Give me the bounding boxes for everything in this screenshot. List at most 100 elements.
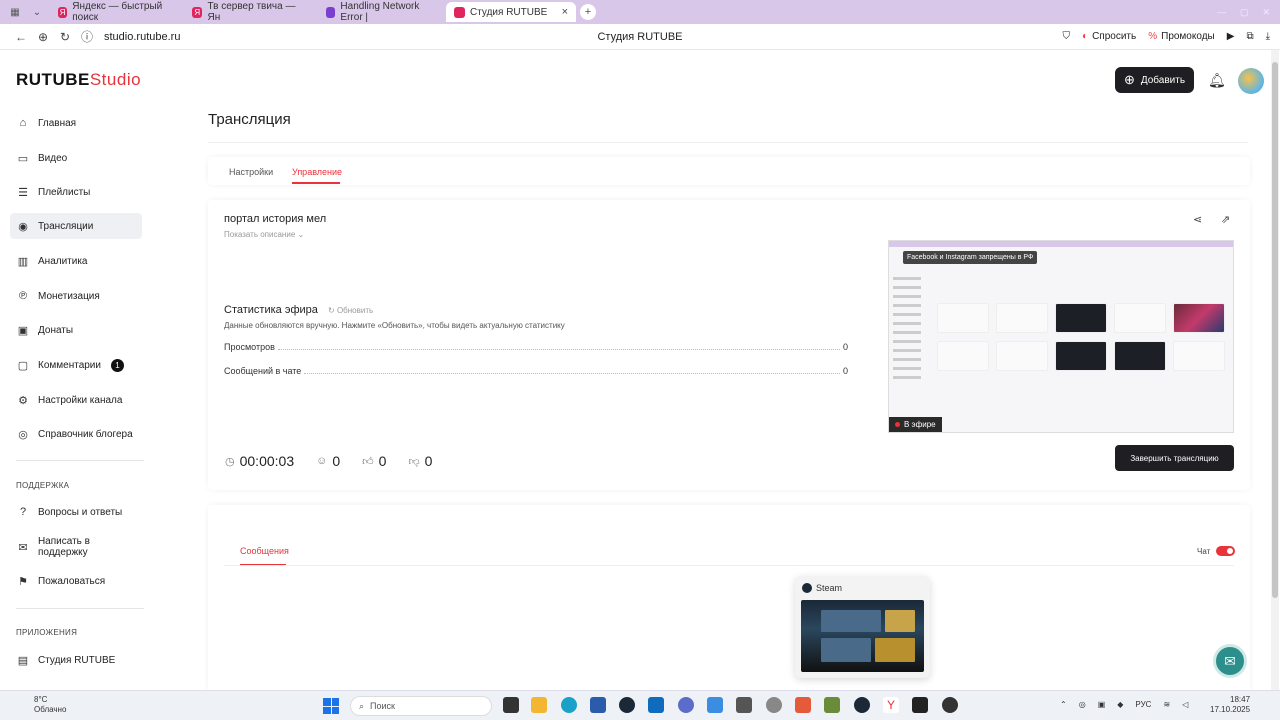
weather-widget[interactable]: 8°C Облачно <box>34 695 66 715</box>
dislikes-value: 0 <box>424 453 433 469</box>
promo-label: Промокоды <box>1161 31 1215 42</box>
sidebar-item-blogger-guide[interactable]: ◎ Справочник блогера <box>10 421 142 447</box>
record-app-icon[interactable] <box>942 697 958 713</box>
collections-icon[interactable]: ⧉ <box>1246 31 1253 42</box>
bell-icon[interactable]: 🔔︎ <box>1208 72 1226 89</box>
steam-taskbar-preview[interactable]: Steam <box>795 576 930 678</box>
percent-icon: % <box>1148 31 1158 42</box>
tray-app-icon[interactable]: ◎ <box>1079 700 1086 709</box>
yandex-home-icon[interactable]: ⊕ <box>32 30 54 44</box>
scrollbar-thumb[interactable] <box>1272 62 1278 598</box>
windows-taskbar: 8°C Облачно ⌕ Поиск Y ⌃ ◎ ▣ ◆ РУС ≋ ◁ 18:… <box>0 690 1280 720</box>
steam-taskbar-icon[interactable] <box>619 697 635 713</box>
terminal-icon[interactable] <box>503 697 519 713</box>
external-link-icon[interactable]: ⇗ <box>1221 213 1230 226</box>
sidebar-item-playlists[interactable]: ☰ Плейлисты <box>10 179 142 205</box>
logo-main: RUTUBE <box>16 70 90 89</box>
support-chat-button[interactable]: ✉ <box>1213 644 1247 678</box>
stream-preview[interactable]: Facebook и Instagram запрещены в РФ В эф… <box>888 240 1234 433</box>
sidebar-item-video[interactable]: ▭ Видео <box>10 145 142 171</box>
new-tab-button[interactable]: + <box>580 4 596 20</box>
browser-tab[interactable]: Handling Network Error | <box>318 1 442 23</box>
minimize-icon[interactable]: — <box>1217 7 1226 18</box>
store-icon[interactable] <box>590 697 606 713</box>
windows-start-icon[interactable] <box>323 698 339 714</box>
close-icon[interactable]: × <box>562 6 568 18</box>
preview-topbar <box>889 241 1233 247</box>
edge-icon[interactable] <box>561 697 577 713</box>
wifi-icon[interactable]: ≋ <box>1163 700 1170 709</box>
reload-icon[interactable]: ↻ <box>54 30 76 44</box>
broadcast-icon: ◉ <box>18 220 28 233</box>
refresh-button[interactable]: ↻ Обновить <box>328 306 373 315</box>
maximize-icon[interactable]: ▢ <box>1240 7 1249 18</box>
chevron-down-icon[interactable]: ⌄ <box>28 3 46 21</box>
end-stream-button[interactable]: Завершить трансляцию <box>1115 445 1234 471</box>
clock[interactable]: 18:47 17.10.2025 <box>1210 695 1250 715</box>
bookmark-icon[interactable]: ⛉ <box>1063 31 1071 42</box>
sidebar-item-broadcasts[interactable]: ◉ Трансляции <box>10 213 142 239</box>
add-button[interactable]: ⊕ Добавить <box>1115 67 1194 93</box>
language-indicator[interactable]: РУС <box>1135 700 1151 709</box>
url-field[interactable]: studio.rutube.ru <box>104 31 180 43</box>
tray-app-icon[interactable]: ◆ <box>1117 700 1123 709</box>
browser-tab[interactable]: Я Тв сервер твича — Ян <box>184 1 314 23</box>
sidebar-item-label: Вопросы и ответы <box>38 506 123 518</box>
outlook-icon[interactable] <box>648 697 664 713</box>
search-icon: ⌕ <box>359 700 365 711</box>
tab-messages[interactable]: Сообщения <box>240 546 289 556</box>
tab-label: Тв сервер твича — Ян <box>207 1 296 23</box>
likes-counter: 👍︎ 0 <box>362 453 386 469</box>
browser-tab[interactable]: Я Яндекс — быстрый поиск <box>50 1 180 23</box>
yandex-browser-icon[interactable]: Y <box>883 697 899 713</box>
chevron-up-icon[interactable]: ⌃ <box>1060 700 1067 709</box>
sidebar-item-monetization[interactable]: ℗ Монетизация <box>10 283 142 309</box>
sidebar-item-report[interactable]: ⚑ Пожаловаться <box>10 568 142 594</box>
sidebar-item-write-support[interactable]: ✉ Написать в поддержку <box>10 534 142 560</box>
minecraft-icon[interactable] <box>824 697 840 713</box>
sidebar-item-comments[interactable]: ▢ Комментарии 1 <box>10 352 142 378</box>
show-description-link[interactable]: Показать описание ⌄ <box>224 230 304 239</box>
page-scrollbar[interactable] <box>1271 50 1279 690</box>
folder-icon[interactable] <box>531 697 547 713</box>
preview-thumb <box>1173 303 1225 333</box>
promo-button[interactable]: % Промокоды <box>1148 31 1215 42</box>
back-arrow-icon[interactable]: ← <box>10 30 32 44</box>
extension-icon[interactable]: ▶ <box>1227 31 1235 42</box>
tray-app-icon[interactable]: ▣ <box>1098 700 1106 709</box>
stat-label: Сообщений в чате <box>224 366 302 376</box>
game-launcher-icon[interactable] <box>795 697 811 713</box>
preview-thumb <box>1173 341 1225 371</box>
lock-icon[interactable]: ⓘ <box>76 28 98 45</box>
live-dot-icon <box>895 422 900 427</box>
steam-active-icon[interactable] <box>854 697 870 713</box>
settings-gear-icon[interactable] <box>766 697 782 713</box>
tab-settings[interactable]: Настройки <box>229 167 273 177</box>
avatar[interactable] <box>1238 68 1264 94</box>
thumbs-up-icon: 👍︎ <box>362 455 374 468</box>
chat-toggle[interactable] <box>1216 546 1235 556</box>
download-icon[interactable]: ⤓ <box>1266 31 1270 42</box>
sidebar-item-home[interactable]: ⌂ Главная <box>10 110 142 136</box>
preview-thumb <box>996 303 1048 333</box>
ask-label: Спросить <box>1092 31 1137 42</box>
sidebar-item-faq[interactable]: ? Вопросы и ответы <box>10 499 142 525</box>
ask-button[interactable]: ◐ Спросить <box>1082 31 1136 42</box>
shield-icon[interactable] <box>736 697 752 713</box>
steam-icon <box>802 583 812 593</box>
volume-icon[interactable]: ◁ <box>1182 700 1188 709</box>
tab-list-icon[interactable]: ▦ <box>6 3 24 21</box>
rutube-studio-logo[interactable]: RUTUBEStudio <box>16 70 141 90</box>
share-icon[interactable]: ⋖ <box>1193 213 1202 226</box>
sidebar-item-donations[interactable]: ▣ Донаты <box>10 317 142 343</box>
discord-icon[interactable] <box>678 697 694 713</box>
browser-tab-active[interactable]: Студия RUTUBE × <box>446 2 576 22</box>
sidebar-item-studio-app[interactable]: ▤ Студия RUTUBE <box>10 647 142 673</box>
close-window-icon[interactable]: ✕ <box>1262 7 1270 18</box>
taskbar-search[interactable]: ⌕ Поиск <box>350 696 492 716</box>
sidebar-item-analytics[interactable]: ▥ Аналитика <box>10 248 142 274</box>
obs-icon[interactable] <box>912 697 928 713</box>
tab-management[interactable]: Управление <box>292 167 342 177</box>
mail-app-icon[interactable] <box>707 697 723 713</box>
sidebar-item-channel-settings[interactable]: ⚙ Настройки канала <box>10 387 142 413</box>
